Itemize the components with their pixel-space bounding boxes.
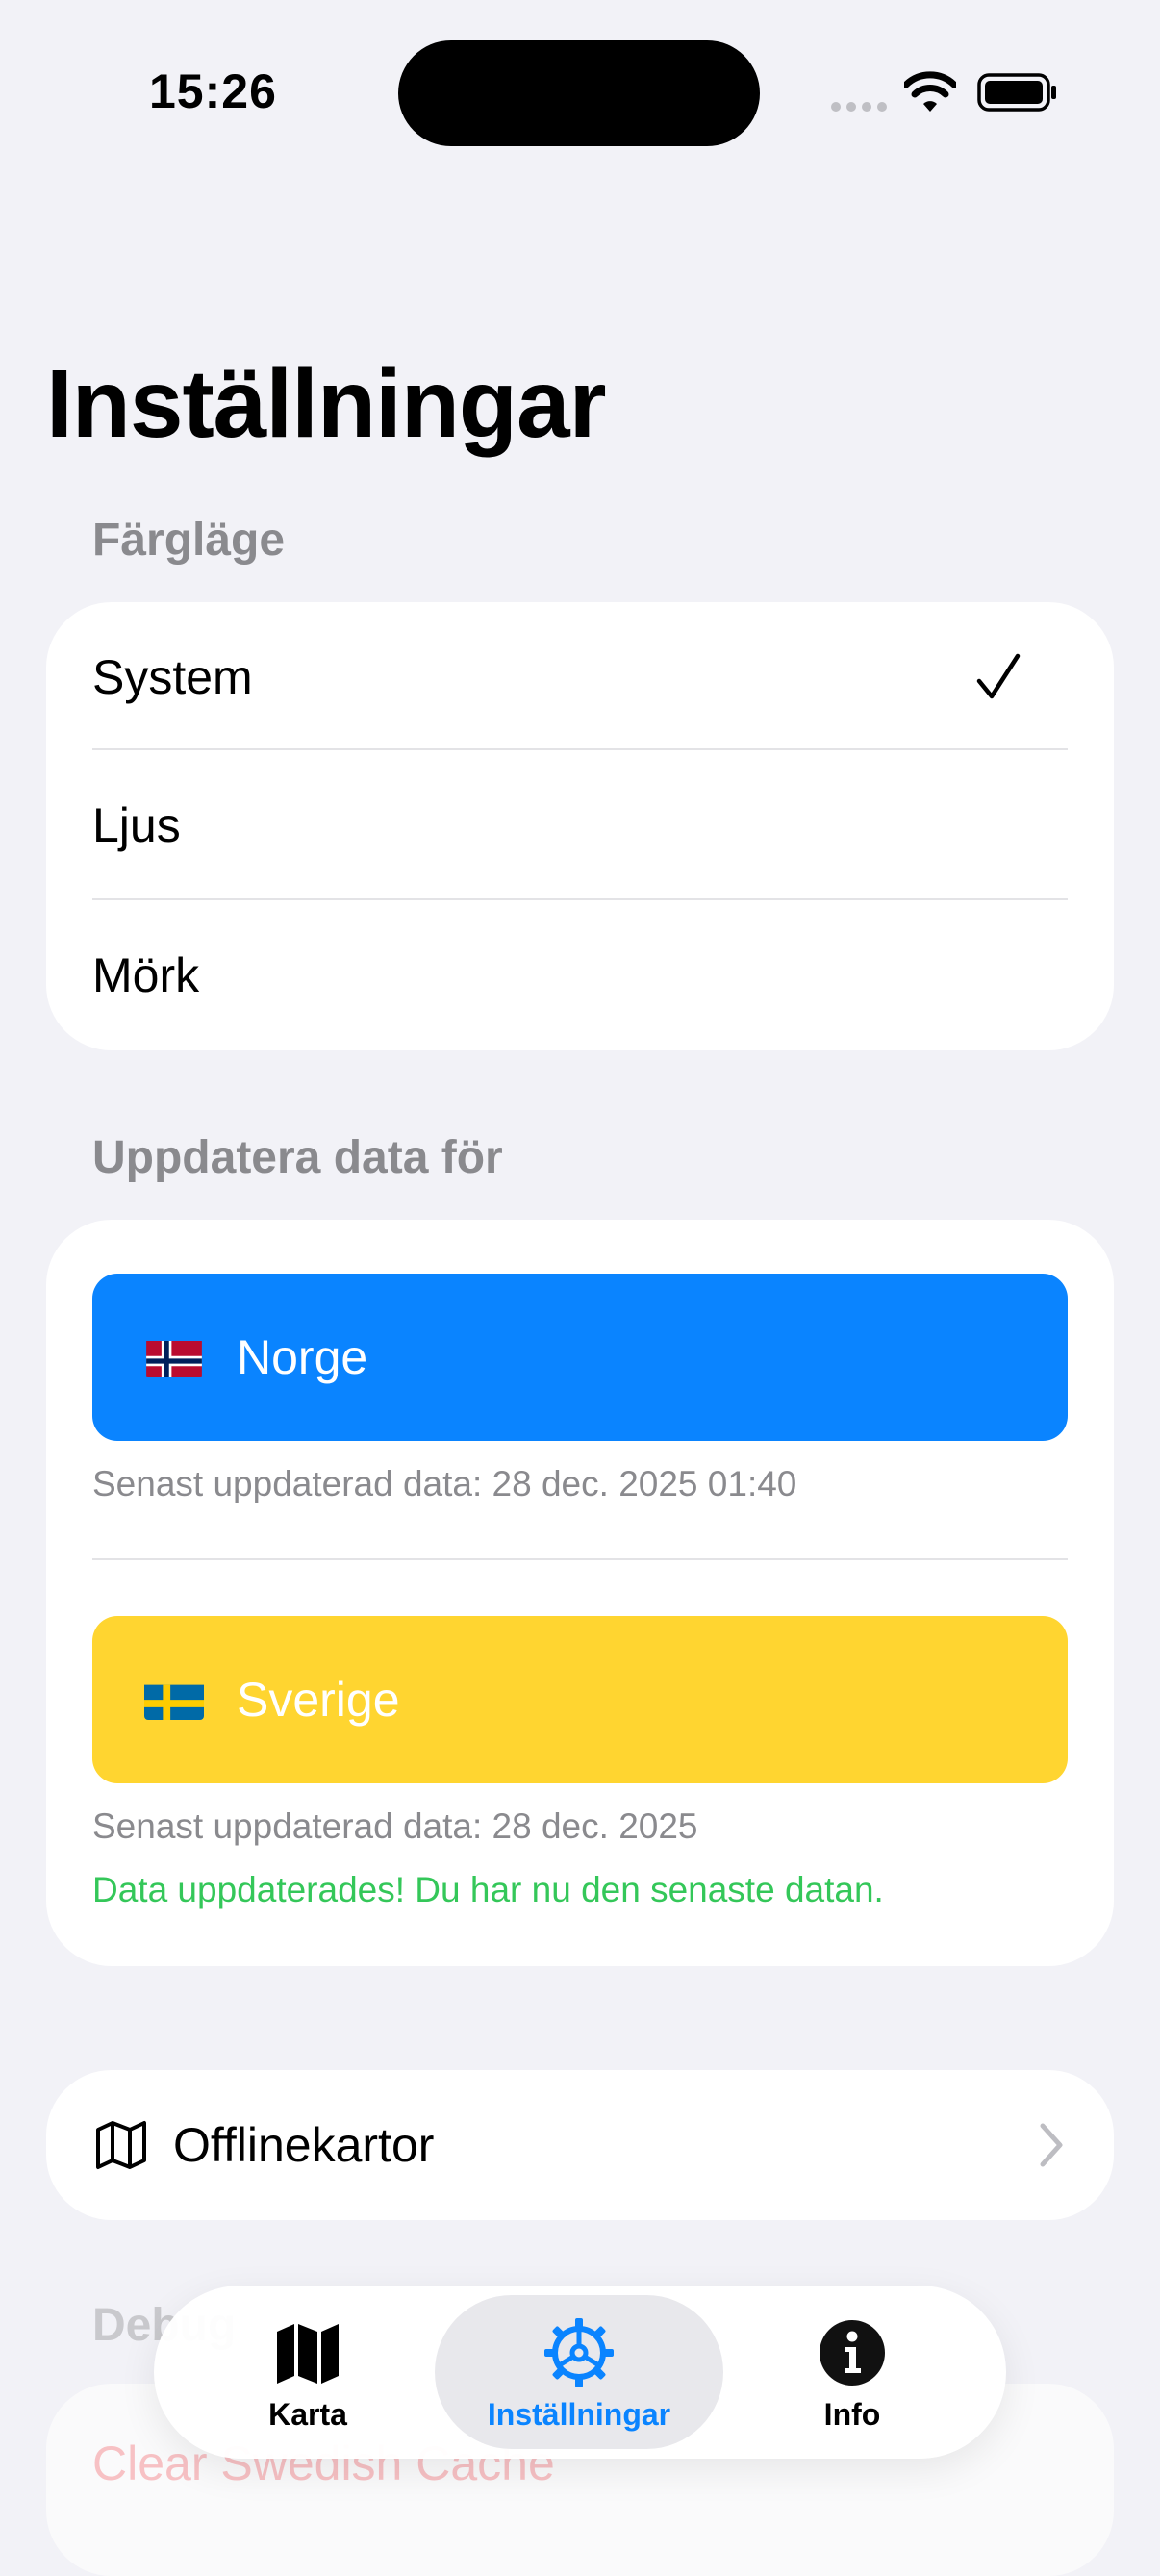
- update-data-card: Norge Senast uppdaterad data: 28 dec. 20…: [46, 1220, 1114, 1966]
- offline-maps-row[interactable]: Offlinekartor: [46, 2070, 1114, 2220]
- norway-button-label: Norge: [237, 1330, 368, 1384]
- color-mode-card: System Ljus Mörk: [46, 602, 1114, 1050]
- update-data-header: Uppdatera data för: [92, 1132, 503, 1183]
- sweden-flag-icon: [144, 1679, 204, 1720]
- update-sweden-button[interactable]: Sverige: [92, 1616, 1068, 1783]
- tab-info[interactable]: Info: [719, 2295, 985, 2449]
- info-circle-icon: [820, 2320, 885, 2386]
- norway-flag-icon: [144, 1337, 204, 1377]
- dynamic-island: [398, 40, 760, 146]
- offline-maps-label: Offlinekartor: [173, 2118, 435, 2172]
- sweden-last-updated: Senast uppdaterad data: 28 dec. 2025: [92, 1806, 698, 1846]
- color-mode-option-dark[interactable]: Mörk: [92, 900, 1068, 1050]
- cellular-signal-icon: [831, 102, 889, 112]
- option-label: Mörk: [92, 948, 200, 1002]
- option-label: Ljus: [92, 798, 181, 852]
- tab-bar: Karta Inställningar Info: [154, 2286, 1006, 2459]
- norway-last-updated: Senast uppdaterad data: 28 dec. 2025 01:…: [92, 1464, 797, 1503]
- map-icon: [96, 2121, 146, 2169]
- map-fill-icon: [277, 2324, 339, 2384]
- status-time: 15:26: [149, 64, 277, 118]
- color-mode-header: Färgläge: [92, 515, 286, 566]
- color-mode-option-system[interactable]: System: [92, 602, 1068, 752]
- chevron-right-icon: [1040, 2123, 1063, 2167]
- tab-label: Info: [823, 2397, 881, 2432]
- battery-icon: [977, 73, 1056, 112]
- color-mode-option-light[interactable]: Ljus: [92, 750, 1068, 900]
- page-title: Inställningar: [46, 350, 607, 458]
- wifi-icon: [904, 71, 956, 112]
- tab-karta[interactable]: Karta: [175, 2295, 441, 2449]
- update-norway-button[interactable]: Norge: [92, 1274, 1068, 1441]
- checkmark-icon: [976, 653, 1021, 699]
- option-label: System: [92, 650, 253, 704]
- sweden-update-success: Data uppdaterades! Du har nu den senaste…: [92, 1870, 884, 1909]
- tab-label: Inställningar: [487, 2397, 671, 2432]
- tab-installningar[interactable]: Inställningar: [435, 2295, 723, 2449]
- divider: [92, 1558, 1068, 1560]
- tab-label: Karta: [268, 2397, 347, 2432]
- sweden-button-label: Sverige: [237, 1673, 400, 1727]
- gear-icon: [544, 2318, 614, 2387]
